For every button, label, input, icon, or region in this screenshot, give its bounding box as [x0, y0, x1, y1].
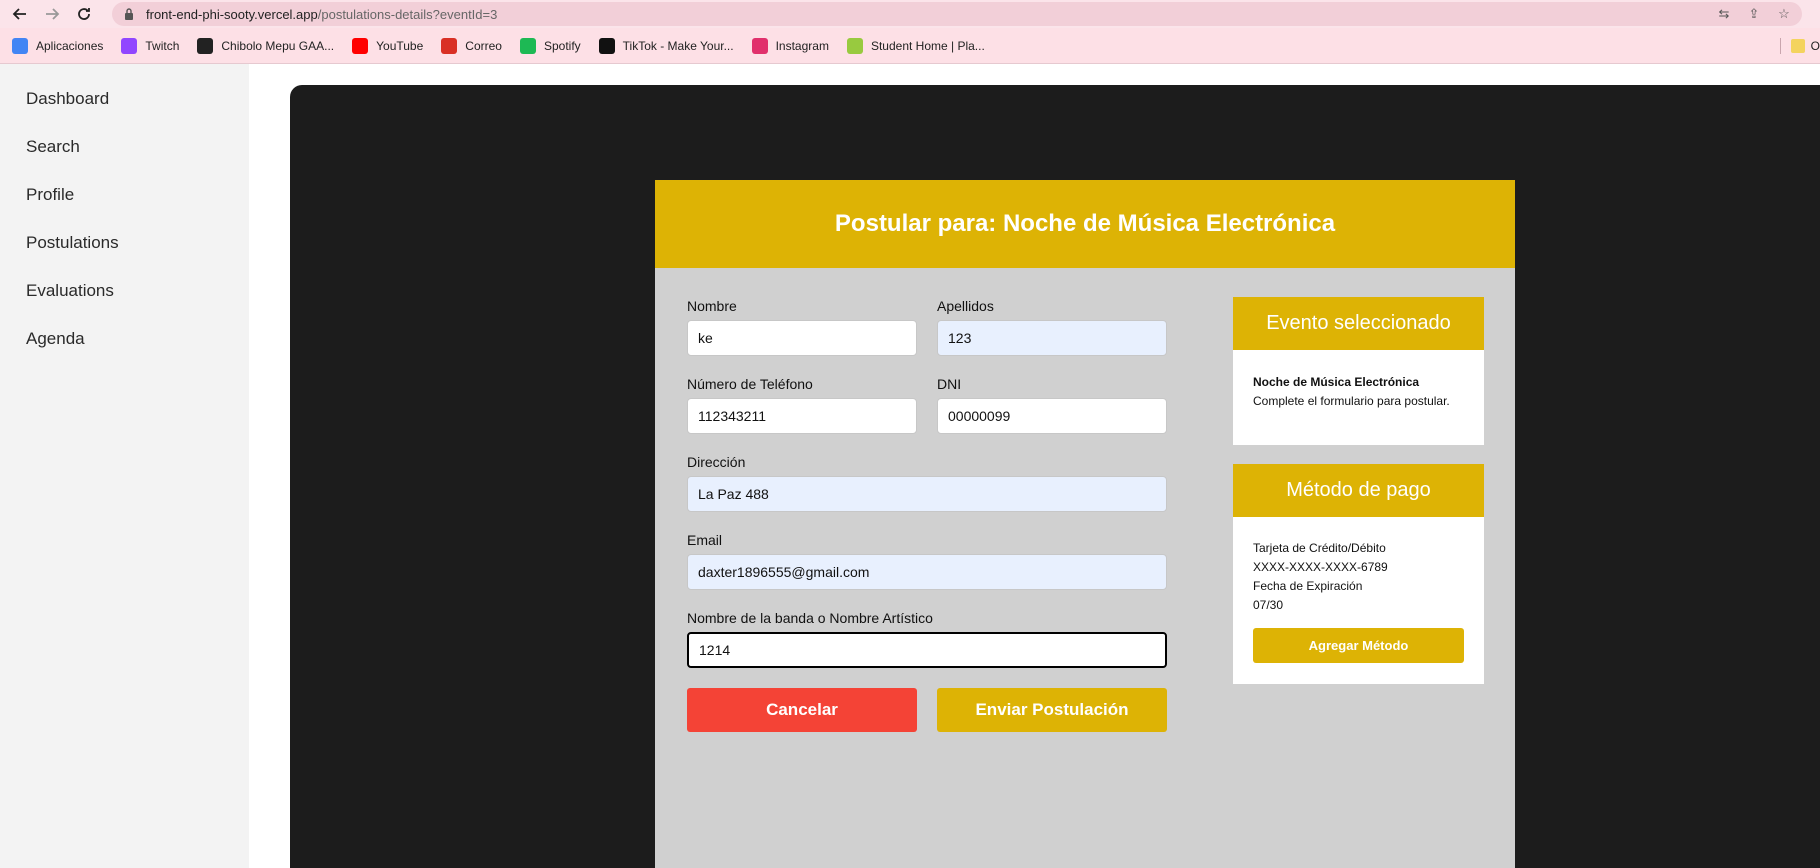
- sidebar-item-dashboard[interactable]: Dashboard: [26, 89, 109, 109]
- bookmark-label: TikTok - Make Your...: [622, 38, 734, 53]
- address-bar[interactable]: front-end-phi-sooty.vercel.app/postulati…: [112, 2, 1802, 26]
- bookmark-item[interactable]: Correo: [441, 37, 502, 54]
- apellidos-field[interactable]: [937, 320, 1167, 356]
- lock-icon: [125, 8, 133, 20]
- bookmark-label: YouTube: [376, 38, 424, 53]
- expiry-value: 07/30: [1253, 598, 1284, 612]
- sidebar-item-profile[interactable]: Profile: [26, 185, 74, 205]
- nombre-field[interactable]: [687, 320, 917, 356]
- bookmark-item[interactable]: Aplicaciones: [12, 37, 104, 54]
- bookmark-item[interactable]: Chibolo Mepu GAA...: [197, 37, 335, 54]
- cancel-button[interactable]: Cancelar: [687, 688, 917, 732]
- translate-icon[interactable]: ⇆: [1716, 6, 1732, 22]
- star-icon[interactable]: ☆: [1776, 6, 1792, 22]
- banda-field[interactable]: [687, 632, 1167, 668]
- telefono-field[interactable]: [687, 398, 917, 434]
- direccion-field[interactable]: [687, 476, 1167, 512]
- share-icon[interactable]: ⇪: [1746, 6, 1762, 22]
- bookmark-item[interactable]: YouTube: [352, 37, 424, 54]
- bookmark-label: Instagram: [775, 38, 829, 53]
- bookmark-label: Spotify: [543, 38, 581, 53]
- dni-field[interactable]: [937, 398, 1167, 434]
- url-path: /postulations-details?eventId=3: [317, 6, 498, 22]
- bookmark-item[interactable]: Spotify: [519, 37, 581, 54]
- event-description: Complete el formulario para postular.: [1253, 394, 1450, 408]
- bookmark-label: Student Home | Pla...: [870, 38, 985, 53]
- instagram-icon: [751, 37, 768, 54]
- payment-panel-title: Método de pago: [1233, 464, 1484, 517]
- reload-icon: [78, 8, 90, 20]
- af-icon: [197, 37, 214, 54]
- banda-label: Nombre de la banda o Nombre Artístico: [687, 610, 933, 626]
- bookmark-item[interactable]: Instagram: [751, 37, 829, 54]
- expiry-label: Fecha de Expiración: [1253, 579, 1363, 593]
- nombre-label: Nombre: [687, 298, 737, 314]
- spotify-icon: [519, 37, 536, 54]
- card-type: Tarjeta de Crédito/Débito: [1253, 541, 1386, 555]
- email-field[interactable]: [687, 554, 1167, 590]
- bookmark-overflow-label: O: [1810, 39, 1820, 53]
- event-name: Noche de Música Electrónica: [1253, 375, 1420, 389]
- gmail-icon: [441, 37, 458, 54]
- arrow-left-icon: [12, 8, 26, 20]
- dni-label: DNI: [937, 376, 962, 392]
- add-payment-method-button[interactable]: Agregar Método: [1253, 628, 1464, 663]
- bookmark-label: Chibolo Mepu GAA...: [221, 38, 335, 53]
- arrow-right-icon: [46, 8, 60, 20]
- bookmark-item[interactable]: Student Home | Pla...: [846, 37, 985, 54]
- tiktok-icon: [598, 37, 615, 54]
- folder-icon: [1790, 39, 1805, 53]
- submit-button[interactable]: Enviar Postulación: [937, 688, 1167, 732]
- bookmark-separator: [1779, 38, 1781, 54]
- bookmark-label: Aplicaciones: [36, 38, 104, 53]
- bookmark-item[interactable]: TikTok - Make Your...: [598, 37, 734, 54]
- card-header: Postular para: Noche de Música Electróni…: [655, 180, 1515, 268]
- bookmark-overflow[interactable]: O: [1779, 38, 1820, 54]
- email-label: Email: [687, 532, 723, 548]
- direccion-label: Dirección: [687, 454, 746, 470]
- platzi-icon: [846, 37, 863, 54]
- reload-button[interactable]: [72, 2, 96, 26]
- event-panel: Evento seleccionado Noche de Música Elec…: [1233, 297, 1484, 445]
- bookmark-item[interactable]: Twitch: [121, 37, 180, 54]
- bookmark-label: Twitch: [145, 38, 180, 53]
- sidebar-item-evaluations[interactable]: Evaluations: [26, 281, 114, 301]
- forward-button[interactable]: [40, 2, 64, 26]
- apps-grid-icon: [12, 37, 28, 54]
- bookmarks-bar: Aplicaciones Twitch Chibolo Mepu GAA... You…: [0, 28, 1820, 64]
- sidebar-item-postulations[interactable]: Postulations: [26, 233, 119, 253]
- sidebar: Dashboard Search Profile Postulations Ev…: [0, 64, 249, 868]
- telefono-label: Número de Teléfono: [687, 376, 813, 392]
- youtube-icon: [352, 37, 369, 54]
- postulation-card: Postular para: Noche de Música Electróni…: [655, 180, 1515, 868]
- url-host: front-end-phi-sooty.vercel.app: [146, 6, 318, 22]
- event-panel-title: Evento seleccionado: [1233, 297, 1484, 350]
- browser-toolbar: front-end-phi-sooty.vercel.app/postulati…: [0, 0, 1820, 28]
- apellidos-label: Apellidos: [937, 298, 994, 314]
- sidebar-item-search[interactable]: Search: [26, 137, 80, 157]
- page-title: Postular para: Noche de Música Electróni…: [834, 210, 1336, 237]
- payment-panel: Método de pago Tarjeta de Crédito/Débito…: [1233, 464, 1484, 684]
- back-button[interactable]: [8, 2, 32, 26]
- sidebar-item-agenda[interactable]: Agenda: [26, 329, 85, 349]
- card-number: XXXX-XXXX-XXXX-6789: [1253, 560, 1388, 574]
- bookmark-label: Correo: [465, 38, 502, 53]
- twitch-icon: [121, 37, 138, 54]
